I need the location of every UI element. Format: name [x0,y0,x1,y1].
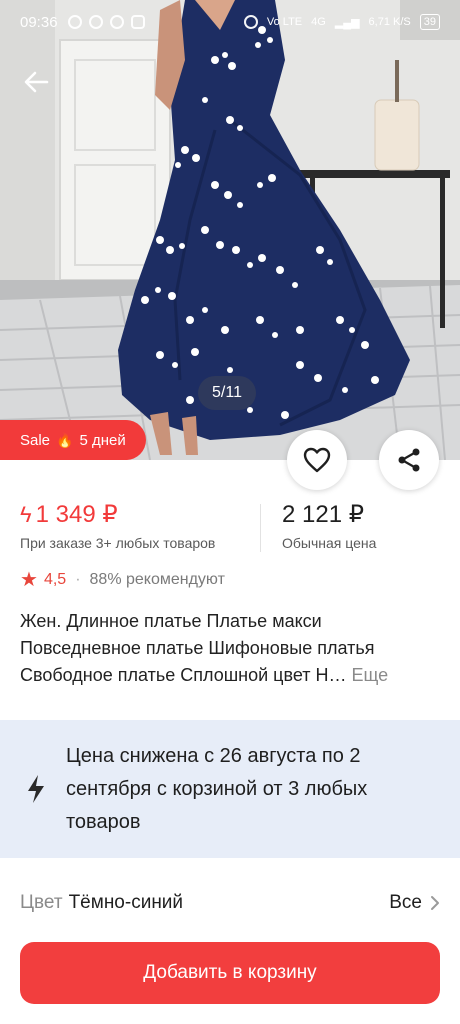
rating-score: 4,5 [43,571,67,588]
promo-banner: Цена снижена с 26 августа по 2 сентября … [0,720,460,858]
volte-label: Vo LTE [266,16,303,28]
bolt-icon [28,775,44,803]
star-icon: ★ [20,569,38,591]
sale-label: Sale [20,431,51,449]
speed-label: 6,71 K/S [368,16,411,28]
share-icon [398,448,420,472]
all-colors-label: Все [389,892,422,913]
recommend-percent: 88% рекомендуют [89,571,225,588]
regular-price-caption: Обычная цена [282,535,377,551]
sale-days: 5 дней [79,431,126,449]
regular-price-block: 2 121 ₽ Обычная цена [282,500,376,551]
gallery-counter: 5/11 [198,376,256,410]
all-colors-link[interactable]: Все [389,892,440,914]
package-icon [109,15,124,29]
chevron-right-icon [431,896,439,910]
signal-icon: ▂▄▆ [334,16,360,29]
rating-row[interactable]: ★ 4,5 · 88% рекомендуют [20,570,225,590]
back-arrow-icon [24,71,49,93]
bulk-price-caption: При заказе 3+ любых товаров [20,535,216,551]
share-button[interactable] [379,430,439,490]
product-title-text: Жен. Длинное платье Платье макси Повседн… [20,611,375,685]
bulk-price: ϟ 1 349 ₽ [20,501,118,528]
status-bar: 09:36 Vo LTE 4G ▂▄▆ 6,71 K/S 39 [0,0,460,44]
sale-badge: Sale 🔥 5 дней [0,420,146,460]
alarm-icon [243,15,258,29]
product-image-gallery[interactable]: 09:36 Vo LTE 4G ▂▄▆ 6,71 K/S 39 5/11 [0,0,460,460]
color-label: Цвет [20,892,63,913]
price-divider [260,504,261,552]
separator-dot: · [75,571,81,588]
heart-icon [303,447,331,473]
regular-price: 2 121 ₽ [282,501,364,528]
settings-icon [67,15,82,29]
status-system-icons: Vo LTE 4G ▂▄▆ 6,71 K/S 39 [243,14,440,30]
favorite-button[interactable] [287,430,347,490]
instagram-icon [130,15,145,29]
status-notification-icons [67,15,145,29]
color-selector-row[interactable]: Цвет Тёмно-синий Все [20,888,440,918]
status-time: 09:36 [20,13,58,31]
bolt-icon: ϟ [20,501,32,527]
flame-icon: 🔥 [56,431,74,448]
back-button[interactable] [18,64,54,100]
battery-indicator: 39 [419,14,440,30]
bulk-price-block: ϟ 1 349 ₽ При заказе 3+ любых товаров [20,500,215,551]
more-link[interactable]: Еще [352,665,389,685]
price-block: ϟ 1 349 ₽ При заказе 3+ любых товаров 2 … [20,500,440,554]
product-info-card: ϟ 1 349 ₽ При заказе 3+ любых товаров 2 … [0,460,460,710]
network-label: 4G [311,16,326,28]
color-value: Тёмно-синий [68,892,184,913]
add-to-cart-button[interactable]: Добавить в корзину [20,942,440,1004]
promo-text: Цена снижена с 26 августа по 2 сентября … [66,744,368,833]
at-icon [88,15,103,29]
product-title[interactable]: Жен. Длинное платье Платье макси Повседн… [20,608,440,689]
